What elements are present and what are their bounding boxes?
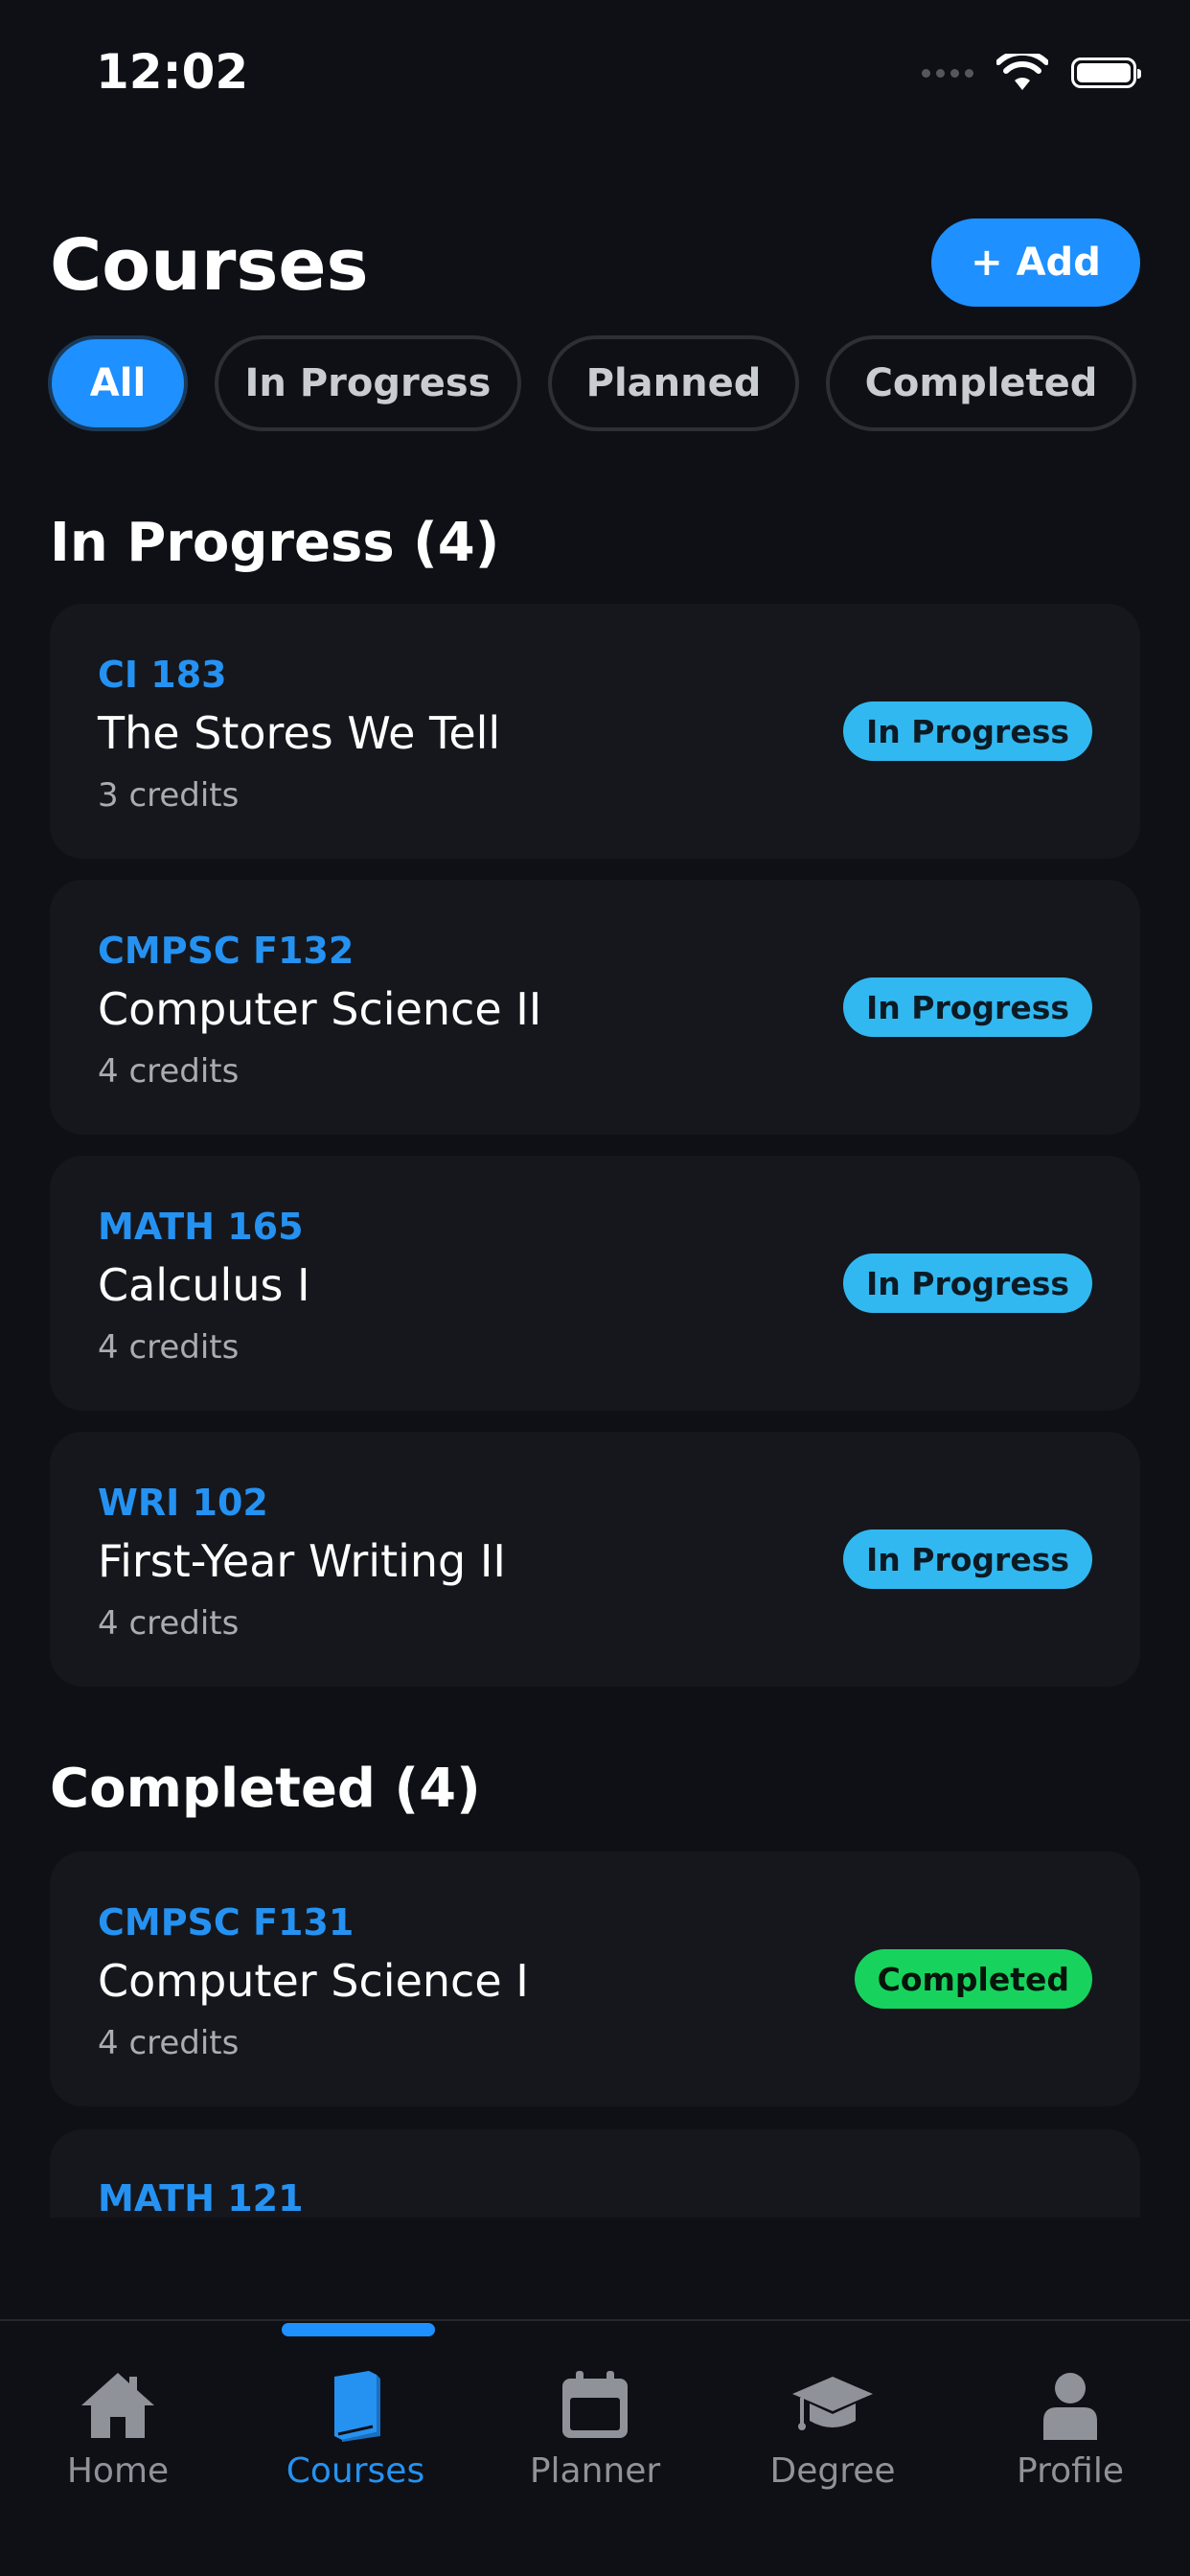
home-icon [81, 2373, 154, 2438]
course-credits: 4 credits [98, 1328, 240, 1367]
status-time: 12:02 [96, 44, 249, 100]
tab-label: Courses [286, 2451, 425, 2491]
course-credits: 3 credits [98, 776, 240, 815]
tab-label: Degree [769, 2451, 896, 2491]
course-name: Computer Science I [98, 1955, 529, 2007]
status-badge: In Progress [843, 702, 1092, 761]
course-code: MATH 165 [98, 1206, 304, 1248]
scroll-clip: MATH 121 [0, 2126, 1190, 2218]
graduation-cap-icon [792, 2377, 873, 2430]
course-credits: 4 credits [98, 1052, 240, 1091]
course-card[interactable]: CMPSC F131 Computer Science I 4 credits … [50, 1852, 1140, 2106]
tab-home[interactable]: Home [12, 2369, 223, 2491]
calendar-icon [562, 2371, 628, 2438]
filter-chips: All In Progress Planned Completed [48, 335, 1136, 431]
page-header: Courses + Add [50, 218, 1140, 310]
section-title-in-progress: In Progress (4) [50, 512, 500, 574]
person-icon [1043, 2373, 1097, 2440]
status-icons [922, 54, 1141, 92]
course-code: CMPSC F131 [98, 1901, 355, 1944]
course-card[interactable]: CMPSC F132 Computer Science II 4 credits… [50, 880, 1140, 1135]
course-code: CMPSC F132 [98, 930, 355, 972]
book-icon [334, 2371, 380, 2442]
course-credits: 4 credits [98, 1604, 240, 1643]
filter-chip-completed[interactable]: Completed [826, 335, 1136, 431]
tab-label: Home [66, 2451, 170, 2491]
section-title-completed: Completed (4) [50, 1758, 481, 1820]
course-card[interactable]: MATH 165 Calculus I 4 credits In Progres… [50, 1156, 1140, 1411]
tab-degree[interactable]: Degree [727, 2369, 938, 2491]
course-name: Calculus I [98, 1259, 310, 1311]
course-code: CI 183 [98, 654, 227, 696]
filter-chip-planned[interactable]: Planned [548, 335, 799, 431]
tab-label: Planner [529, 2451, 661, 2491]
status-badge: In Progress [843, 978, 1092, 1037]
tab-courses[interactable]: Courses [250, 2369, 461, 2491]
tab-profile[interactable]: Profile [965, 2369, 1176, 2491]
course-code: WRI 102 [98, 1482, 268, 1524]
status-bar: 12:02 [0, 0, 1190, 144]
status-badge: In Progress [843, 1254, 1092, 1313]
cellular-signal-icon [922, 68, 973, 78]
status-badge: Completed [854, 1949, 1092, 2009]
add-course-button[interactable]: + Add [931, 218, 1140, 307]
battery-icon [1071, 58, 1141, 88]
course-name: The Stores We Tell [98, 707, 501, 759]
tab-planner[interactable]: Planner [490, 2369, 700, 2491]
tab-bar: Home Courses Planner Degree Profile [0, 2319, 1190, 2576]
filter-chip-all[interactable]: All [48, 335, 188, 431]
page-title: Courses [50, 224, 369, 307]
course-card[interactable]: WRI 102 First-Year Writing II 4 credits … [50, 1432, 1140, 1687]
wifi-icon [996, 54, 1048, 90]
course-code: MATH 121 [98, 2177, 304, 2218]
course-name: Computer Science II [98, 983, 542, 1035]
course-card[interactable]: MATH 121 [50, 2129, 1140, 2218]
filter-chip-in-progress[interactable]: In Progress [215, 335, 521, 431]
status-badge: In Progress [843, 1530, 1092, 1589]
course-credits: 4 credits [98, 2024, 240, 2062]
tab-label: Profile [1017, 2451, 1124, 2491]
active-tab-indicator [282, 2323, 435, 2336]
course-name: First-Year Writing II [98, 1535, 506, 1587]
course-card[interactable]: CI 183 The Stores We Tell 3 credits In P… [50, 604, 1140, 859]
